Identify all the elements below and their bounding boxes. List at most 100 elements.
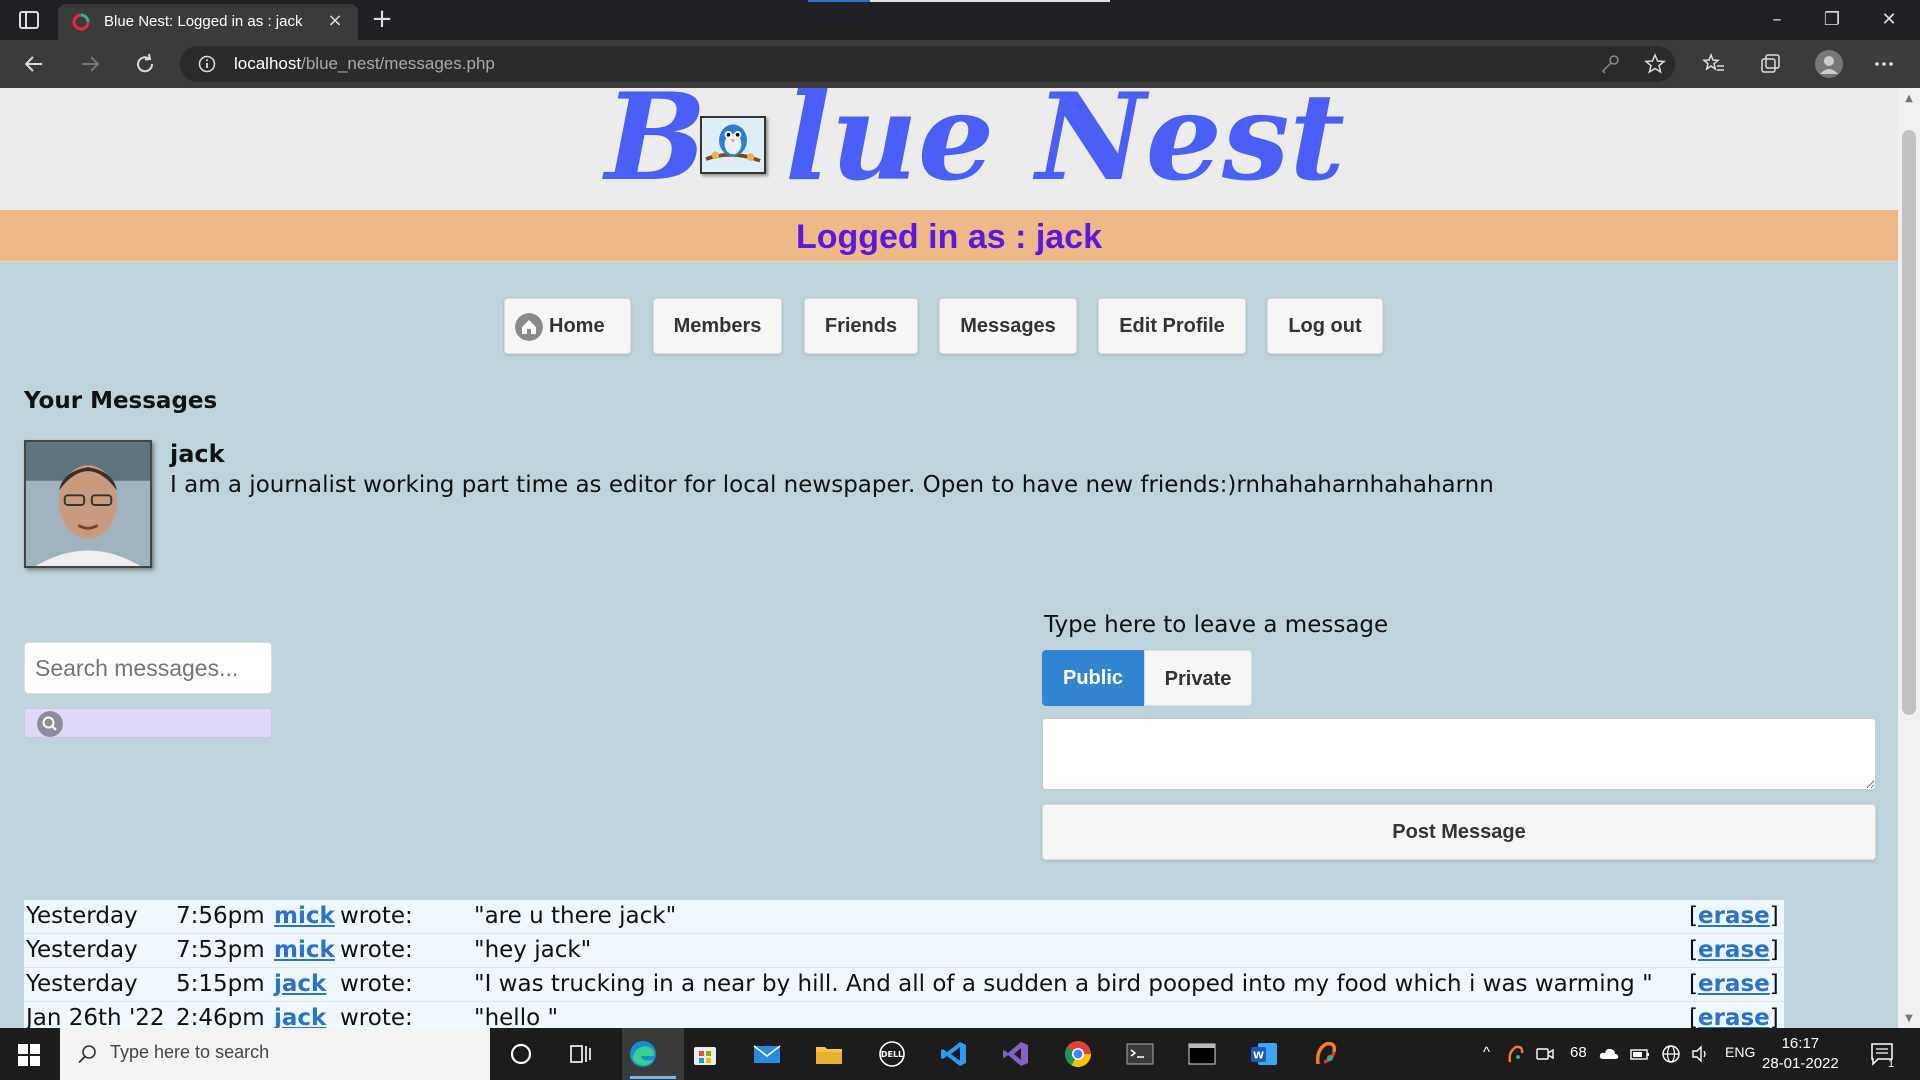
restore-icon[interactable]: ❐: [1820, 8, 1844, 32]
message-time: 2:46pm: [176, 1005, 265, 1028]
onedrive-icon[interactable]: [1598, 1043, 1620, 1065]
page-title: Your Messages: [24, 388, 218, 414]
dell-icon[interactable]: DELL: [876, 1038, 908, 1070]
search-button[interactable]: [24, 708, 272, 738]
search-icon: [78, 1045, 96, 1064]
message-row: Yesterday 7:56pm mick wrote: "are u ther…: [24, 900, 1784, 934]
message-wrote: wrote:: [340, 903, 413, 929]
minimize-icon[interactable]: –: [1765, 8, 1789, 32]
erase-cell: [erase]: [1689, 903, 1784, 929]
erase-link[interactable]: erase: [1698, 903, 1770, 929]
favorites-icon[interactable]: [1702, 52, 1726, 76]
command-prompt-icon[interactable]: [1186, 1038, 1218, 1070]
private-toggle[interactable]: Private: [1144, 650, 1252, 706]
erase-link[interactable]: erase: [1698, 971, 1770, 997]
vscode-icon[interactable]: [938, 1038, 970, 1070]
erase-link[interactable]: erase: [1698, 1005, 1770, 1028]
taskbar-search-placeholder: Type here to search: [110, 1042, 270, 1062]
file-explorer-icon[interactable]: [813, 1038, 845, 1070]
nav-edit-profile-button[interactable]: Edit Profile: [1098, 298, 1246, 354]
visual-studio-icon[interactable]: [1000, 1038, 1032, 1070]
tab-title: Blue Nest: Logged in as : jack: [104, 13, 303, 30]
chrome-icon[interactable]: [1062, 1038, 1094, 1070]
add-favorite-icon[interactable]: [1643, 52, 1667, 76]
task-view-icon[interactable]: [564, 1038, 596, 1070]
back-icon[interactable]: [22, 52, 46, 76]
url-text: localhost/blue_nest/messages.php: [234, 54, 495, 74]
browser-tab-bar: Blue Nest: Logged in as : jack × + – ❐ ✕: [0, 0, 1920, 40]
message-author-link[interactable]: mick: [274, 937, 335, 963]
message-wrote: wrote:: [340, 971, 413, 997]
tab-strip-indicator: [808, 0, 870, 2]
scrollbar-thumb[interactable]: [1902, 130, 1916, 715]
language-indicator[interactable]: ENG: [1725, 1044, 1755, 1060]
terminal-icon[interactable]: [1124, 1038, 1156, 1070]
message-wrote: wrote:: [340, 1005, 413, 1028]
cortana-icon[interactable]: [505, 1038, 537, 1070]
svg-text:W: W: [1253, 1051, 1264, 1062]
tray-xampp-icon[interactable]: [1505, 1043, 1527, 1065]
message-time: 7:56pm: [176, 903, 265, 929]
network-icon[interactable]: [1660, 1043, 1682, 1065]
profile-avatar: [24, 440, 152, 568]
nav-messages-button[interactable]: Messages: [939, 298, 1077, 354]
search-icon: [37, 711, 63, 737]
nav-logout-button[interactable]: Log out: [1267, 298, 1383, 354]
volume-icon[interactable]: [1690, 1043, 1712, 1065]
message-textarea[interactable]: [1042, 718, 1876, 790]
public-toggle[interactable]: Public: [1042, 650, 1144, 706]
notification-count: 1: [1888, 1058, 1895, 1070]
mail-icon[interactable]: [751, 1038, 783, 1070]
more-menu-icon[interactable]: [1872, 52, 1896, 76]
refresh-icon[interactable]: [133, 52, 157, 76]
message-author-link[interactable]: mick: [274, 903, 335, 929]
site-favicon-icon: [72, 13, 90, 31]
message-author-link[interactable]: jack: [274, 1005, 326, 1028]
search-input[interactable]: [24, 642, 272, 694]
taskbar-active-indicator: [630, 1076, 676, 1079]
new-tab-icon[interactable]: +: [370, 6, 394, 32]
message-author-link[interactable]: jack: [274, 971, 326, 997]
message-time: 7:53pm: [176, 937, 265, 963]
svg-text:DELL: DELL: [881, 1050, 903, 1059]
nav-home-button[interactable]: Home: [504, 298, 631, 354]
temperature-text[interactable]: 68: [1570, 1044, 1587, 1061]
info-icon[interactable]: [198, 55, 216, 73]
word-icon[interactable]: W: [1248, 1038, 1280, 1070]
message-text: "hello ": [474, 1005, 559, 1028]
nav-members-button[interactable]: Members: [653, 298, 782, 354]
nav-friends-button[interactable]: Friends: [804, 298, 918, 354]
windows-taskbar: Type here to search DELL W ^ 68 ENG 16:1…: [0, 1028, 1920, 1080]
message-day: Yesterday: [26, 903, 138, 929]
browser-tab[interactable]: Blue Nest: Logged in as : jack ×: [58, 4, 358, 40]
message-time: 5:15pm: [176, 971, 265, 997]
post-message-button[interactable]: Post Message: [1042, 804, 1876, 860]
logo-letter: B: [605, 88, 707, 208]
erase-link[interactable]: erase: [1698, 937, 1770, 963]
xampp-icon[interactable]: [1310, 1038, 1342, 1070]
close-window-icon[interactable]: ✕: [1877, 8, 1901, 32]
message-row: Yesterday 7:53pm mick wrote: "hey jack" …: [24, 934, 1784, 968]
tray-expand-icon[interactable]: ^: [1483, 1044, 1490, 1061]
system-clock[interactable]: 16:17 28-01-2022: [1762, 1034, 1839, 1074]
compose-label: Type here to leave a message: [1044, 612, 1389, 638]
forward-icon[interactable]: [78, 52, 102, 76]
message-row: Yesterday 5:15pm jack wrote: "I was truc…: [24, 968, 1784, 1002]
meet-now-icon[interactable]: [1535, 1044, 1555, 1064]
bird-logo-icon: [700, 116, 766, 174]
scroll-up-icon[interactable]: ▲: [1902, 92, 1916, 106]
taskbar-search-box[interactable]: Type here to search: [60, 1028, 490, 1080]
windows-start-icon[interactable]: [18, 1044, 40, 1066]
url-host: localhost: [234, 54, 302, 73]
tab-actions-icon[interactable]: [18, 9, 40, 31]
collections-icon[interactable]: [1758, 52, 1782, 76]
close-tab-icon[interactable]: ×: [326, 12, 344, 30]
microsoft-store-icon[interactable]: [689, 1038, 721, 1070]
profile-avatar-icon[interactable]: [1814, 49, 1844, 79]
battery-icon[interactable]: [1629, 1043, 1651, 1065]
url-field[interactable]: localhost/blue_nest/messages.php: [180, 46, 1675, 82]
password-key-icon[interactable]: [1598, 52, 1622, 76]
address-bar-row: localhost/blue_nest/messages.php: [0, 40, 1920, 88]
scroll-down-icon[interactable]: ▼: [1902, 1012, 1916, 1026]
edge-browser-icon[interactable]: [627, 1038, 659, 1070]
